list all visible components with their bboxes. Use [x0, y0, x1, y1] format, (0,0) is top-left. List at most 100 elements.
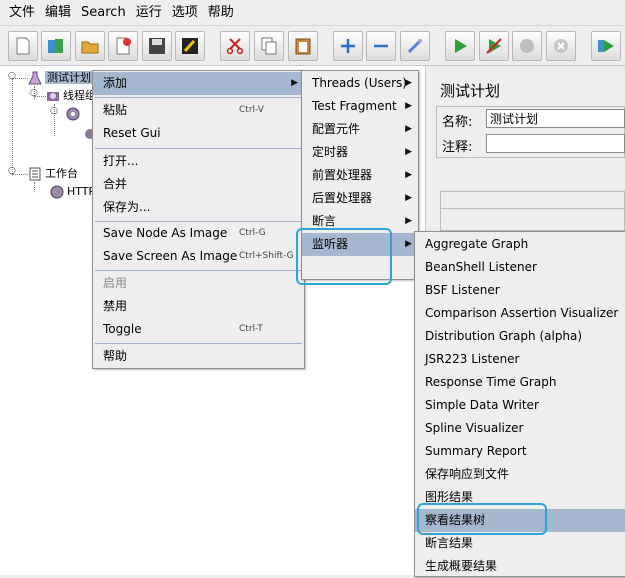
stop-button[interactable] — [512, 31, 542, 61]
listener-item[interactable]: Spline Visualizer — [415, 417, 625, 440]
templates-icon — [48, 39, 63, 53]
collapse-button[interactable] — [366, 31, 396, 61]
annotation-highlight-view-results-tree — [417, 503, 547, 535]
arrow-right-icon: ▶ — [405, 78, 412, 88]
templates-button[interactable] — [41, 31, 71, 61]
flask-icon — [28, 71, 42, 85]
menu-item-disable[interactable]: 禁用 — [93, 295, 304, 318]
toggle-wand-icon — [407, 38, 423, 54]
menu-item-add[interactable]: 添加 ▶ — [93, 72, 304, 95]
menu-item-save-screen-image[interactable]: Save Screen As Image Ctrl+Shift-G — [93, 245, 304, 268]
listener-item[interactable]: JSR223 Listener — [415, 348, 625, 371]
tree-node-http[interactable]: HTTP — [50, 184, 95, 200]
proxy-icon — [50, 185, 64, 199]
comment-label: 注释: — [442, 140, 473, 155]
arrow-right-icon: ▶ — [405, 147, 412, 157]
arrow-right-icon: ▶ — [405, 239, 412, 249]
menu-item-save-node-image[interactable]: Save Node As Image Ctrl-G — [93, 222, 304, 245]
name-label: 名称: — [442, 115, 473, 130]
listener-item[interactable]: 保存响应到文件 — [415, 463, 625, 486]
arrow-right-icon: ▶ — [405, 124, 412, 134]
menu-item-help[interactable]: 帮助 — [93, 345, 304, 368]
menu-item-pre-processor[interactable]: 前置处理器 ▶ — [302, 164, 418, 187]
start-no-pauses-button[interactable] — [479, 31, 509, 61]
thread-group-icon — [47, 92, 59, 101]
menu-item-paste[interactable]: 粘贴 Ctrl-V — [93, 99, 304, 122]
save-graph-icon — [182, 38, 198, 54]
menu-item-threads[interactable]: Threads (Users) ▶ — [302, 72, 418, 95]
remote-start-button[interactable] — [591, 31, 621, 61]
toolbar — [0, 26, 625, 66]
sampler-icon — [66, 107, 80, 121]
listener-item[interactable]: Summary Report — [415, 440, 625, 463]
plus-icon — [341, 39, 355, 53]
menu-item-toggle[interactable]: Toggle Ctrl-T — [93, 318, 304, 341]
menubar: 文件 编辑 Search 运行 选项 帮助 — [0, 0, 625, 26]
new-button[interactable] — [8, 31, 38, 61]
tree-node-test-plan[interactable]: 测试计划 — [28, 70, 93, 86]
play-icon — [455, 39, 467, 53]
menu-run[interactable]: 运行 — [131, 2, 167, 24]
listener-item[interactable]: Distribution Graph (alpha) — [415, 325, 625, 348]
save-disk-icon — [149, 38, 165, 54]
arrow-right-icon: ▶ — [405, 101, 412, 111]
arrow-right-icon: ▶ — [405, 193, 412, 203]
clipboard-icon — [295, 38, 311, 55]
listener-item[interactable]: Comparison Assertion Visualizer — [415, 302, 625, 325]
menu-item-save-as[interactable]: 保存为... — [93, 196, 304, 219]
listener-item[interactable]: BSF Listener — [415, 279, 625, 302]
tree-node-sampler[interactable] — [66, 106, 83, 122]
close-file-icon — [116, 37, 131, 55]
play-no-timer-icon — [486, 38, 502, 54]
context-menu: 添加 ▶ 粘贴 Ctrl-V Reset Gui 打开... 合并 保存为... S… — [92, 70, 305, 369]
cut-button[interactable] — [220, 31, 250, 61]
name-input[interactable] — [486, 109, 625, 128]
menu-item-open[interactable]: 打开... — [93, 150, 304, 173]
minus-icon — [374, 44, 388, 48]
toggle-button[interactable] — [400, 31, 430, 61]
menu-item-post-processor[interactable]: 后置处理器 ▶ — [302, 187, 418, 210]
stop-icon — [520, 39, 534, 53]
menu-item-enable: 启用 — [103, 276, 128, 290]
workbench-icon — [29, 167, 41, 181]
menu-item-config[interactable]: 配置元件 ▶ — [302, 118, 418, 141]
annotation-highlight-listener — [296, 228, 392, 285]
listener-item[interactable]: Response Time Graph — [415, 371, 625, 394]
save-button[interactable] — [142, 31, 172, 61]
menu-item-timer[interactable]: 定时器 ▶ — [302, 141, 418, 164]
listener-item[interactable]: Simple Data Writer — [415, 394, 625, 417]
expand-button[interactable] — [333, 31, 363, 61]
copy-button[interactable] — [254, 31, 284, 61]
open-folder-icon — [81, 41, 99, 54]
save-graph-button[interactable] — [175, 31, 205, 61]
menu-item-reset-gui[interactable]: Reset Gui — [93, 122, 304, 145]
copy-icon — [261, 37, 277, 55]
open-button[interactable] — [75, 31, 105, 61]
start-button[interactable] — [445, 31, 475, 61]
variables-box — [440, 191, 625, 231]
panel-title: 测试计划 — [440, 82, 501, 100]
arrow-right-icon: ▶ — [405, 170, 412, 180]
menu-options[interactable]: 选项 — [167, 2, 203, 24]
listener-item[interactable]: BeanShell Listener — [415, 256, 625, 279]
shutdown-button[interactable] — [546, 31, 576, 61]
remote-play-icon — [598, 40, 614, 52]
listener-item[interactable]: Aggregate Graph — [415, 233, 625, 256]
new-file-icon — [16, 37, 30, 55]
tree-node-thread-group[interactable]: 线程组 — [46, 88, 96, 104]
menu-item-merge[interactable]: 合并 — [93, 173, 304, 196]
shutdown-icon — [554, 39, 568, 53]
scissors-icon — [226, 38, 244, 55]
menu-search[interactable]: Search — [76, 2, 131, 24]
arrow-right-icon: ▶ — [405, 216, 412, 226]
arrow-right-icon: ▶ — [291, 78, 298, 88]
menu-item-test-fragment[interactable]: Test Fragment ▶ — [302, 95, 418, 118]
menu-help[interactable]: 帮助 — [203, 2, 239, 24]
menu-file[interactable]: 文件 — [4, 2, 40, 24]
menu-edit[interactable]: 编辑 — [40, 2, 76, 24]
paste-button[interactable] — [288, 31, 318, 61]
close-button[interactable] — [108, 31, 138, 61]
listener-item[interactable]: 断言结果 — [415, 532, 625, 555]
comment-input[interactable] — [486, 134, 625, 153]
tree-node-workbench[interactable]: 工作台 — [28, 166, 78, 182]
